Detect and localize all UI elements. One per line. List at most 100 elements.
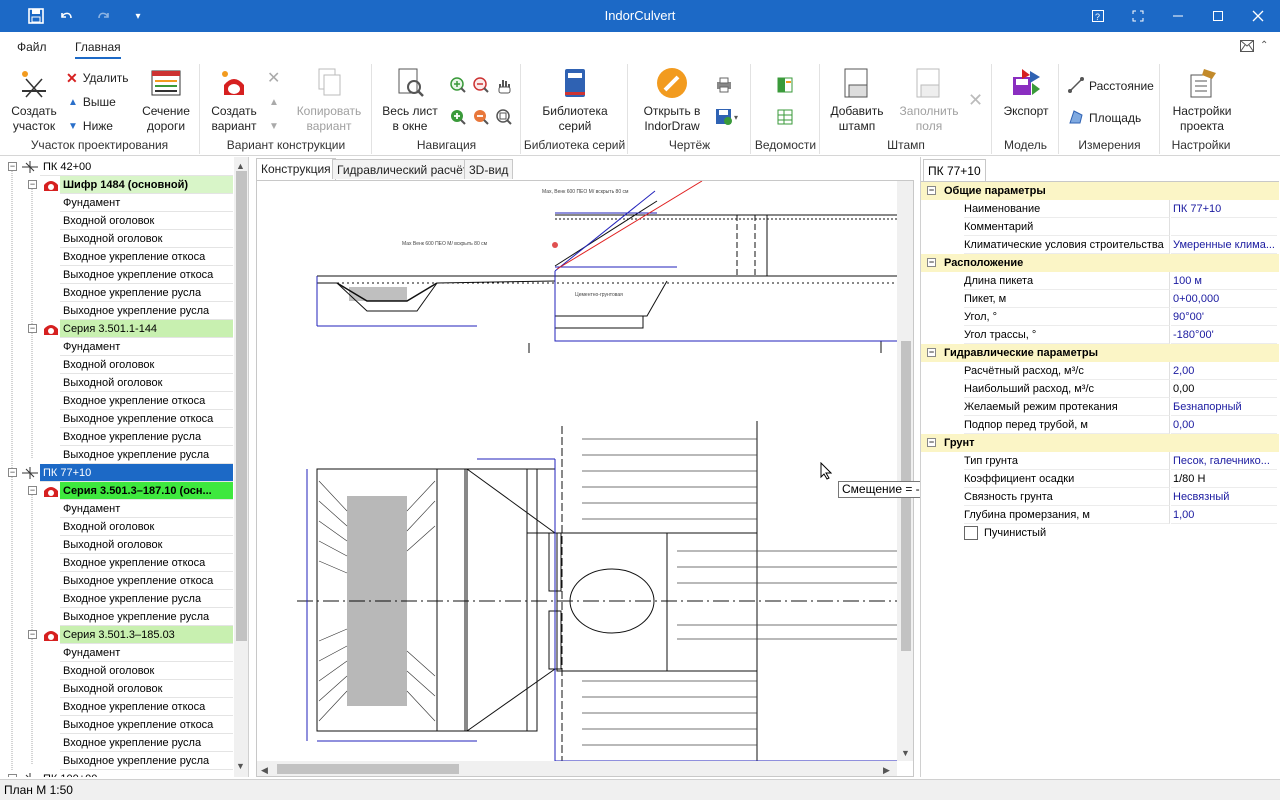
tree-item[interactable]: Выходное укрепление откоса: [0, 572, 234, 590]
create-section-button[interactable]: Создать участок: [6, 66, 62, 134]
collapse-icon[interactable]: −: [927, 438, 936, 447]
fit-sheet-button[interactable]: Весь лист в окне: [379, 66, 441, 134]
property-value[interactable]: 0,00: [1171, 416, 1277, 434]
tree-item[interactable]: Входное укрепление русла: [0, 590, 234, 608]
property-value[interactable]: 0+00,000: [1171, 290, 1277, 308]
delete-button[interactable]: ✕ Удалить: [66, 69, 129, 87]
tree-item[interactable]: Выходной оголовок: [0, 536, 234, 554]
tree-item[interactable]: Фундамент: [0, 500, 234, 518]
property-value[interactable]: 1/80 Н: [1171, 470, 1277, 488]
tree-item[interactable]: Входное укрепление откоса: [0, 554, 234, 572]
property-category[interactable]: − Грунт: [921, 434, 1279, 452]
property-row[interactable]: Наибольший расход, м³/с 0,00: [921, 380, 1279, 398]
project-settings-button[interactable]: Настройки проекта: [1165, 66, 1239, 134]
tree-item[interactable]: Входное укрепление откоса: [0, 248, 234, 266]
minimize-icon[interactable]: [1158, 0, 1198, 32]
tree-item[interactable]: Выходное укрепление откоса: [0, 266, 234, 284]
statement-table-icon[interactable]: [776, 108, 794, 129]
close-icon[interactable]: [1238, 0, 1278, 32]
property-row[interactable]: Подпор перед трубой, м 0,00: [921, 416, 1279, 434]
zoom-window-icon[interactable]: [495, 108, 513, 129]
zoom-out-icon[interactable]: [472, 76, 490, 97]
fill-fields-button[interactable]: Заполнить поля: [895, 66, 963, 134]
collapse-icon[interactable]: −: [28, 324, 37, 333]
property-value[interactable]: Песок, галечнико...: [1171, 452, 1277, 470]
property-value[interactable]: [1171, 218, 1277, 236]
collapse-icon[interactable]: −: [8, 162, 17, 171]
property-row[interactable]: Пикет, м 0+00,000: [921, 290, 1279, 308]
property-value[interactable]: Умеренные клима...: [1171, 236, 1277, 254]
ribbon-collapse-icon[interactable]: ⌃: [1260, 40, 1268, 51]
property-row[interactable]: Тип грунта Песок, галечнико...: [921, 452, 1279, 470]
maximize-icon[interactable]: [1198, 0, 1238, 32]
delete-stamp-icon[interactable]: ✕: [968, 90, 983, 111]
property-category[interactable]: − Общие параметры: [921, 182, 1279, 200]
copy-variant-button[interactable]: Копировать вариант: [293, 66, 365, 134]
variant-up-icon[interactable]: ▲: [269, 93, 279, 111]
pan-hand-icon[interactable]: [495, 76, 513, 97]
delete-variant-icon[interactable]: ✕: [267, 69, 280, 87]
series-library-button[interactable]: Библиотека серий: [532, 66, 618, 134]
tree-item[interactable]: Выходной оголовок: [0, 374, 234, 392]
property-value[interactable]: ПК 77+10: [1171, 200, 1277, 218]
tree-item[interactable]: Выходное укрепление русла: [0, 752, 234, 770]
redo-icon[interactable]: [88, 0, 120, 32]
statement-excel-icon[interactable]: [776, 76, 794, 97]
property-category[interactable]: − Расположение: [921, 254, 1279, 272]
save-drawing-icon[interactable]: ▾: [715, 108, 741, 129]
collapse-icon[interactable]: −: [927, 348, 936, 357]
tree-item[interactable]: Входное укрепление русла: [0, 284, 234, 302]
property-value[interactable]: 0,00: [1171, 380, 1277, 398]
property-row[interactable]: Глубина промерзания, м 1,00: [921, 506, 1279, 524]
property-value[interactable]: 2,00: [1171, 362, 1277, 380]
collapse-icon[interactable]: −: [8, 774, 17, 777]
tree-scrollbar[interactable]: ▲ ▼: [234, 157, 248, 777]
tree-item[interactable]: Входное укрепление русла: [0, 734, 234, 752]
property-value[interactable]: 90°00': [1171, 308, 1277, 326]
tree-station[interactable]: − ПК 42+00: [0, 158, 234, 176]
property-row[interactable]: Комментарий: [921, 218, 1279, 236]
property-category[interactable]: − Гидравлические параметры: [921, 344, 1279, 362]
tree-variant[interactable]: − Шифр 1484 (основной): [0, 176, 234, 194]
tree-item[interactable]: Выходное укрепление русла: [0, 446, 234, 464]
tree-item[interactable]: Выходное укрепление откоса: [0, 410, 234, 428]
tree-item[interactable]: Входной оголовок: [0, 518, 234, 536]
tab-hydraulic[interactable]: Гидравлический расчёт: [332, 159, 474, 179]
collapse-icon[interactable]: −: [927, 186, 936, 195]
property-value[interactable]: -180°00': [1171, 326, 1277, 344]
collapse-icon[interactable]: −: [8, 468, 17, 477]
property-row[interactable]: Длина пикета 100 м: [921, 272, 1279, 290]
distance-button[interactable]: Расстояние: [1068, 76, 1154, 95]
tree-item[interactable]: Входное укрепление русла: [0, 428, 234, 446]
property-row[interactable]: Угол, ° 90°00': [921, 308, 1279, 326]
collapse-icon[interactable]: −: [28, 630, 37, 639]
property-value[interactable]: Безнапорный: [1171, 398, 1277, 416]
zoom-out-minus-icon[interactable]: [472, 108, 490, 129]
tree-variant[interactable]: − Серия 3.501.3–185.03: [0, 626, 234, 644]
tree-item[interactable]: Входное укрепление откоса: [0, 698, 234, 716]
open-indordraw-button[interactable]: Открыть в IndorDraw: [635, 66, 709, 134]
properties-tab[interactable]: ПК 77+10: [923, 159, 986, 181]
property-value[interactable]: 1,00: [1171, 506, 1277, 524]
tree-item[interactable]: Выходной оголовок: [0, 680, 234, 698]
tab-home[interactable]: Главная: [75, 40, 121, 59]
tree-item[interactable]: Фундамент: [0, 338, 234, 356]
tree-item[interactable]: Выходное укрепление откоса: [0, 716, 234, 734]
property-row[interactable]: Пучинистый: [921, 524, 1279, 542]
drawing-canvas[interactable]: Мах, Венк 600 ПЕО М/ вскрыть 80 см Мах В…: [256, 180, 914, 777]
tree-item[interactable]: Входной оголовок: [0, 356, 234, 374]
area-button[interactable]: Площадь: [1068, 109, 1141, 127]
tree-station[interactable]: − ПК 100+00: [0, 770, 234, 777]
tree-item[interactable]: Входной оголовок: [0, 662, 234, 680]
tree-item[interactable]: Выходное укрепление русла: [0, 302, 234, 320]
mail-icon[interactable]: [1240, 40, 1254, 55]
fullscreen-icon[interactable]: [1118, 0, 1158, 32]
tree-item[interactable]: Входной оголовок: [0, 212, 234, 230]
variant-down-icon[interactable]: ▼: [269, 117, 279, 135]
tree-item[interactable]: Фундамент: [0, 644, 234, 662]
tab-construction[interactable]: Конструкция: [256, 158, 336, 180]
tab-3d[interactable]: 3D-вид: [464, 159, 514, 179]
print-icon[interactable]: [715, 76, 733, 97]
property-row[interactable]: Угол трассы, ° -180°00': [921, 326, 1279, 344]
help-icon[interactable]: ?: [1078, 0, 1118, 32]
